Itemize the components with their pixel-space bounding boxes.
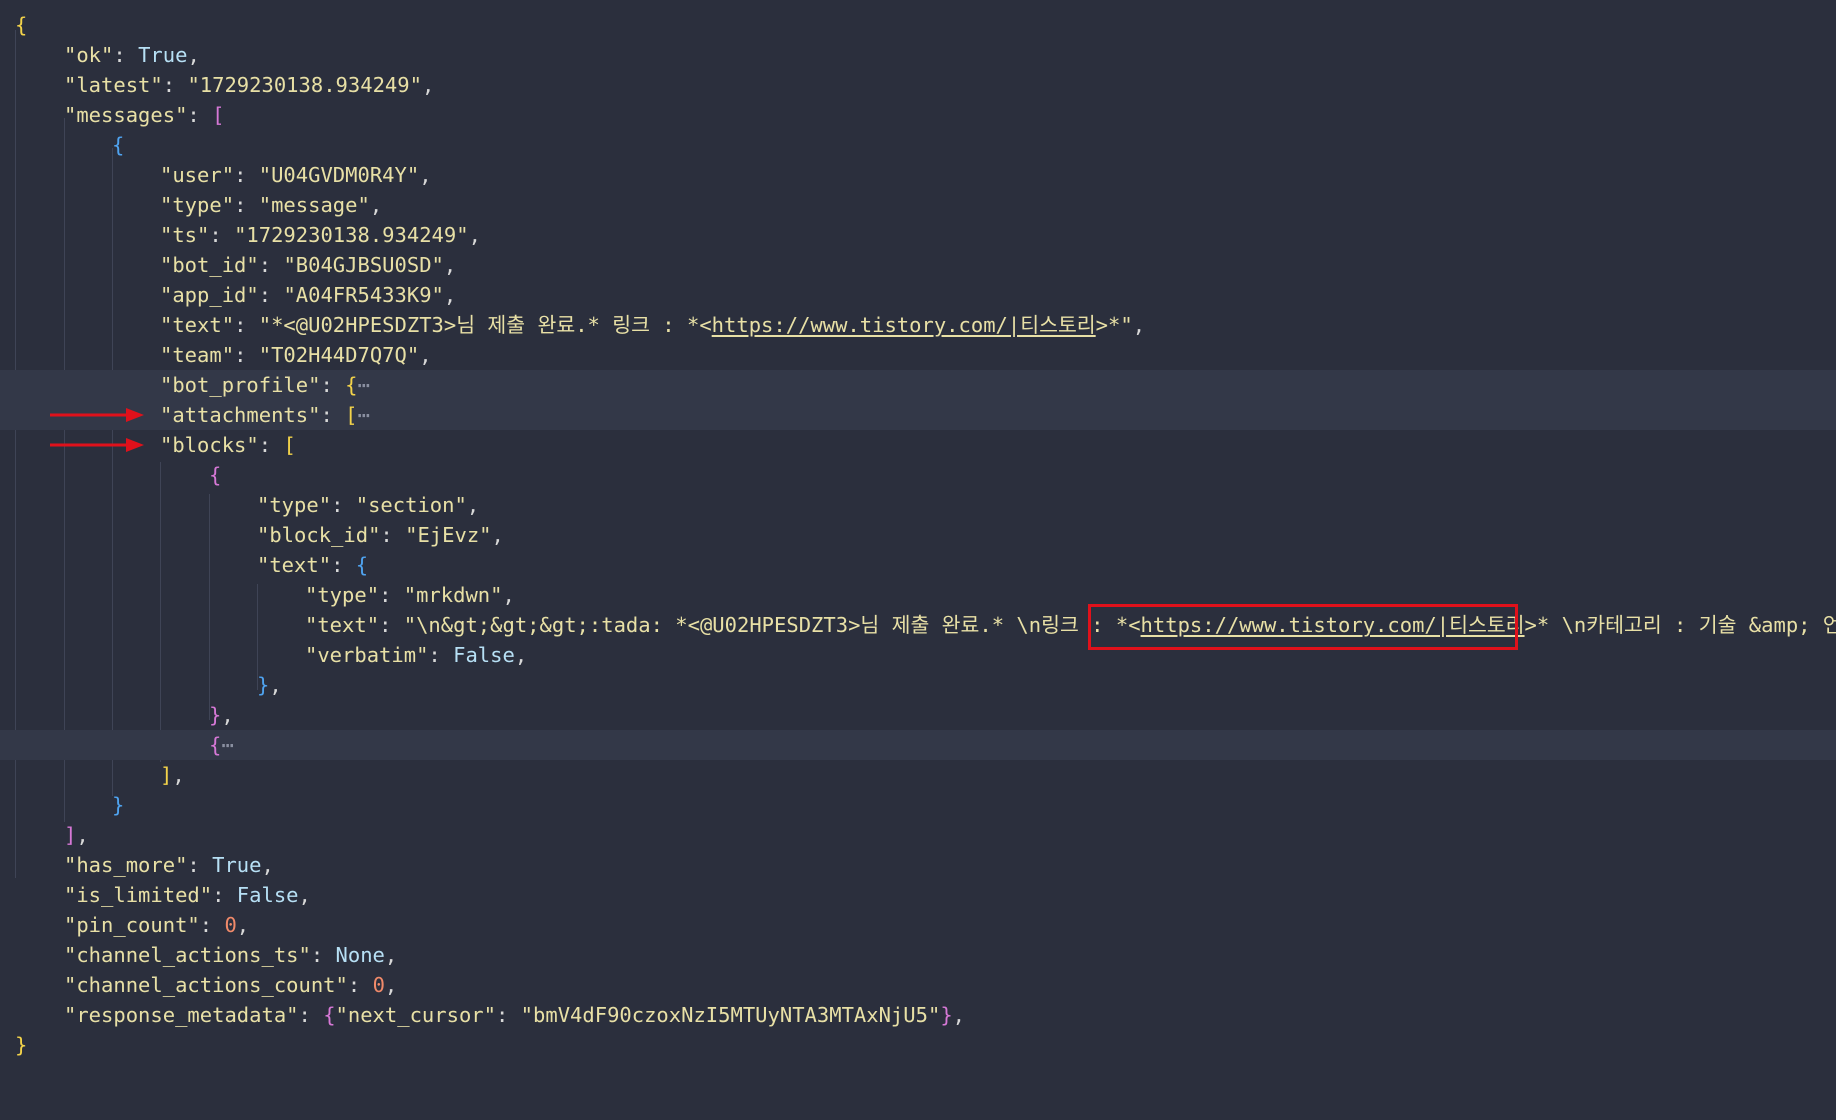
code-line: { (0, 10, 1836, 40)
code-line: "text": "*<@U02HPESDZT3>님 제출 완료.* 링크 : *… (160, 313, 1146, 337)
key-pin-count: "pin_count" (64, 913, 200, 937)
red-highlight-box (1088, 604, 1518, 650)
key-team: "team" (160, 343, 235, 367)
code-line: "channel_actions_count": 0, (64, 973, 398, 997)
value-channel-actions-count: 0 (372, 973, 385, 997)
value-app-id: "A04FR5433K9" (283, 283, 444, 307)
code-line-folded[interactable]: {⋯ (0, 730, 1836, 760)
key-channel-actions-ts: "channel_actions_ts" (64, 943, 311, 967)
code-line: { (209, 463, 222, 487)
key-messages: "messages" (64, 103, 188, 127)
code-line: "team": "T02H44D7Q7Q", (160, 343, 432, 367)
code-line: "text": "\n&gt;&gt;&gt;:tada: *<@U02HPES… (0, 610, 1836, 640)
code-line: "verbatim": False, (305, 643, 528, 667)
code-line: } (0, 1030, 1836, 1060)
value-user: "U04GVDM0R4Y" (258, 163, 420, 187)
value-block-id: "EjEvz" (405, 523, 492, 547)
folded-ellipsis-icon[interactable]: ⋯ (221, 733, 233, 757)
code-line: "pin_count": 0, (64, 913, 250, 937)
code-line: "bot_id": "B04GJBSU0SD", (160, 253, 457, 277)
folded-ellipsis-icon[interactable]: ⋯ (357, 373, 369, 397)
value-inner-type: "mrkdwn" (403, 583, 503, 607)
key-block-id: "block_id" (257, 523, 381, 547)
key-inner-type: "type" (305, 583, 380, 607)
value-bot-id: "B04GJBSU0SD" (283, 253, 444, 277)
value-next-cursor: "bmV4dF90czoxNzI5MTUyNTA3MTAxNjU5" (520, 1003, 941, 1027)
code-line: "messages": [ (64, 103, 225, 127)
code-line: "response_metadata": {"next_cursor": "bm… (64, 1003, 965, 1027)
code-line: "type": "section", (257, 493, 480, 517)
value-verbatim: False (453, 643, 515, 667)
code-line: "block_id": "EjEvz", (257, 523, 504, 547)
key-block-text: "text" (257, 553, 332, 577)
code-line: "app_id": "A04FR5433K9", (160, 283, 457, 307)
key-app-id: "app_id" (160, 283, 259, 307)
key-has-more: "has_more" (64, 853, 188, 877)
key-latest: "latest" (64, 73, 163, 97)
key-response-metadata: "response_metadata" (64, 1003, 299, 1027)
red-arrow-attachments-icon (50, 408, 144, 422)
value-team: "T02H44D7Q7Q" (258, 343, 420, 367)
key-verbatim: "verbatim" (305, 643, 429, 667)
red-arrow-blocks-icon (50, 438, 144, 452)
key-ts: "ts" (160, 223, 210, 247)
close-brace: } (15, 1033, 28, 1057)
json-editor: { "ok": True, "latest": "1729230138.9342… (0, 0, 1836, 1080)
value-text-end: >*" (1095, 313, 1133, 337)
value-type: "message" (258, 193, 370, 217)
value-text: "*<@U02HPESDZT3>님 제출 완료.* 링크 : *< (258, 313, 712, 337)
value-block-type: "section" (355, 493, 467, 517)
code-line: } (112, 793, 125, 817)
code-line: "ok": True, (64, 43, 200, 67)
code-line: "has_more": True, (64, 853, 274, 877)
value-ts: "1729230138.934249" (234, 223, 469, 247)
value-is-limited: False (236, 883, 299, 907)
value-inner-text-end: \n카테고리 : 기술 &amp; 언어" (1561, 613, 1836, 637)
value-latest: "1729230138.934249" (187, 73, 422, 97)
code-line: "channel_actions_ts": None, (64, 943, 398, 967)
key-ok: "ok" (64, 43, 114, 67)
code-line: ], (160, 763, 185, 787)
key-user: "user" (160, 163, 235, 187)
key-bot-id: "bot_id" (160, 253, 259, 277)
key-attachments: "attachments" (160, 403, 321, 427)
code-line: "type": "mrkdwn", (305, 583, 515, 607)
key-text: "text" (160, 313, 235, 337)
code-line: "text": { (257, 553, 369, 577)
value-has-more: True (212, 853, 262, 877)
value-inner-text-close: >* (1524, 613, 1550, 637)
key-bot-profile: "bot_profile" (160, 373, 321, 397)
key-channel-actions-count: "channel_actions_count" (64, 973, 348, 997)
open-brace: { (15, 13, 28, 37)
code-line: }, (209, 703, 234, 727)
key-inner-text: "text" (305, 613, 380, 637)
code-line-folded[interactable]: "attachments": [⋯ (0, 400, 1836, 430)
text-link[interactable]: https://www.tistory.com/|티스토리 (712, 313, 1096, 337)
code-line: }, (257, 673, 282, 697)
code-line: "blocks": [ (160, 433, 296, 457)
folded-ellipsis-icon[interactable]: ⋯ (357, 403, 369, 427)
key-blocks: "blocks" (160, 433, 259, 457)
value-inner-text: "\n&gt;&gt;&gt;:tada: *<@U02HPESDZT3>님 제… (403, 613, 1116, 637)
value-ok: True (138, 43, 188, 67)
code-line: "is_limited": False, (64, 883, 311, 907)
code-line: "user": "U04GVDM0R4Y", (160, 163, 432, 187)
code-line: "type": "message", (160, 193, 383, 217)
value-channel-actions-ts: None (335, 943, 385, 967)
key-block-type: "type" (257, 493, 332, 517)
key-next-cursor: "next_cursor" (335, 1003, 496, 1027)
code-line: { (112, 133, 125, 157)
code-line-folded[interactable]: "bot_profile": {⋯ (0, 370, 1836, 400)
key-is-limited: "is_limited" (64, 883, 213, 907)
code-line: "ts": "1729230138.934249", (160, 223, 481, 247)
code-line: "latest": "1729230138.934249", (64, 73, 435, 97)
value-pin-count: 0 (224, 913, 237, 937)
key-type: "type" (160, 193, 235, 217)
code-line: ], (64, 823, 89, 847)
